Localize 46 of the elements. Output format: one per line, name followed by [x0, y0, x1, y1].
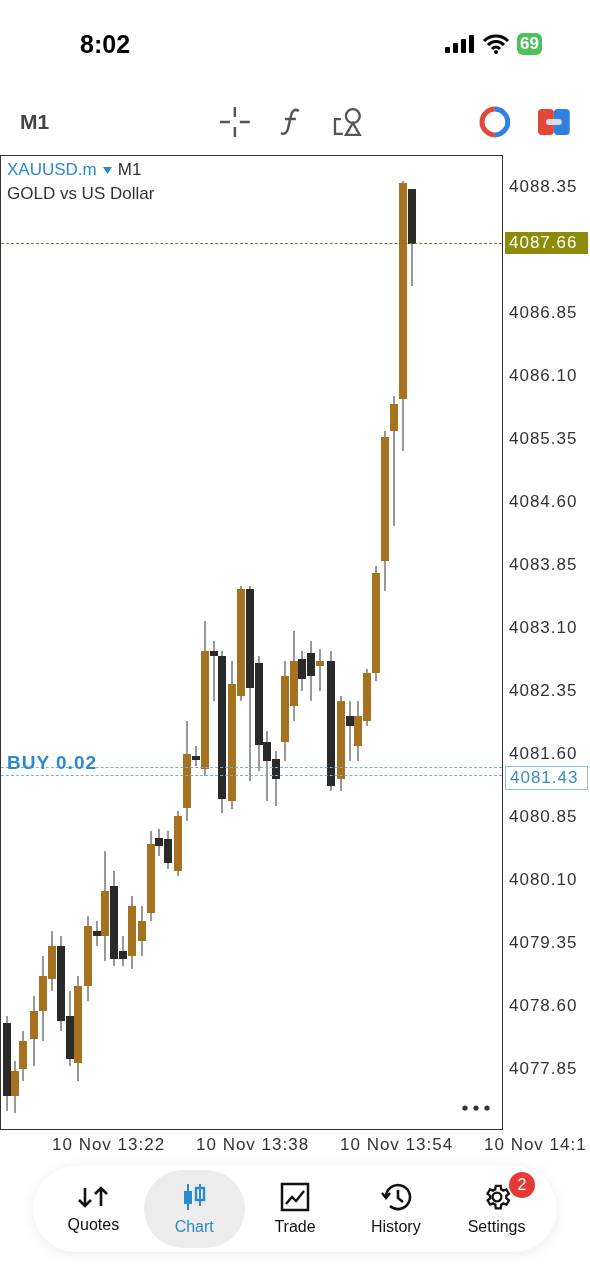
candlestick-icon: [181, 1182, 208, 1212]
symbol-description: GOLD vs US Dollar: [7, 184, 155, 204]
current-price: 4087.66: [505, 232, 588, 254]
price-tick: 4079.35: [508, 932, 578, 953]
dropdown-caret-icon[interactable]: [102, 166, 112, 174]
price-tick: 4077.85: [508, 1058, 578, 1079]
battery-level: 69: [517, 33, 542, 55]
price-tick: 4084.60: [508, 491, 578, 512]
price-tick: 4086.10: [508, 365, 578, 386]
order-label[interactable]: BUY 0.02: [7, 752, 98, 774]
price-tick: 4088.35: [508, 176, 578, 197]
toggle-icon[interactable]: [538, 108, 570, 135]
nav-tab[interactable]: Trade: [244, 1170, 346, 1248]
nav-tab[interactable]: Settings 2: [446, 1170, 547, 1248]
arrows-up-down-icon: [77, 1184, 110, 1210]
price-tick: 4078.60: [508, 995, 578, 1016]
time-tick: 10 Nov 13:54: [340, 1135, 455, 1155]
chart-panel[interactable]: XAUUSD.m M1 GOLD vs US Dollar BUY 0.02: [0, 155, 503, 1130]
timeframe-button[interactable]: M1: [20, 109, 50, 134]
time-tick: 10 Nov 13:22: [52, 1135, 167, 1155]
history-icon: [379, 1182, 412, 1212]
line-chart-icon: [280, 1182, 310, 1212]
order-line[interactable]: [1, 767, 502, 768]
order-price: 4081.43: [505, 766, 588, 790]
chart-timeframe: M1: [117, 160, 142, 180]
price-tick: 4081.60: [508, 743, 578, 764]
price-tick: 4083.10: [508, 617, 578, 638]
time-tick: 10 Nov 13:38: [196, 1135, 311, 1155]
clock-time: 8:02: [80, 29, 131, 59]
nav-tab[interactable]: Quotes: [43, 1170, 144, 1248]
price-tick: 4080.10: [508, 869, 578, 890]
notification-badge: 2: [509, 1172, 535, 1198]
price-tick: 4082.35: [508, 680, 578, 701]
nav-tab[interactable]: History: [345, 1170, 447, 1248]
more-icon[interactable]: [462, 1105, 490, 1111]
signal-icon: [445, 35, 476, 53]
time-tick: 10 Nov 14:1: [484, 1135, 588, 1155]
price-tick: 4080.85: [508, 806, 578, 827]
price-tick: 4083.85: [508, 554, 578, 575]
price-tick: 4086.85: [508, 302, 578, 323]
ring-icon[interactable]: [478, 105, 511, 138]
price-tick: 4085.35: [508, 428, 578, 449]
crosshair-icon[interactable]: [219, 105, 251, 138]
order-line[interactable]: [1, 775, 502, 776]
symbol-name[interactable]: XAUUSD.m: [7, 160, 97, 180]
wifi-icon: [483, 34, 510, 54]
